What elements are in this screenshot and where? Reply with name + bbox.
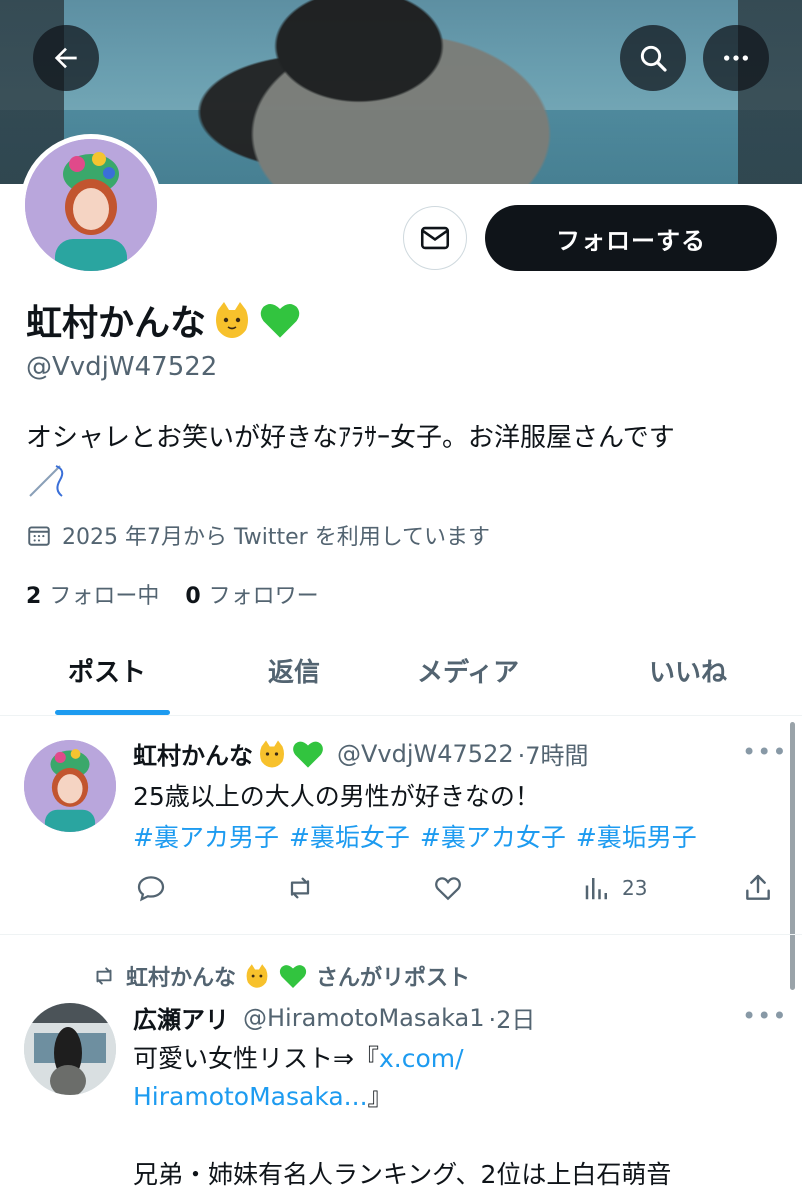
post-2-link-continued[interactable]: HiramotoMasaka... — [133, 1082, 368, 1111]
scrollbar[interactable] — [790, 722, 795, 990]
post-2-time[interactable]: ·2日 — [489, 1000, 536, 1035]
back-button[interactable] — [33, 25, 99, 91]
repost-icon — [290, 877, 310, 899]
more-horizontal-icon — [724, 55, 748, 61]
post-2-handle[interactable]: @HiramotoMasaka1 — [243, 1004, 485, 1032]
post-divider — [0, 934, 802, 935]
post-1-hashtags: #裏アカ男子 #裏垢女子 #裏アカ女子 #裏垢男子 — [133, 818, 697, 854]
post-2-header: 広瀬アリ @HiramotoMasaka1 ·2日 — [133, 1000, 535, 1035]
post-2-text-suffix: 』 — [367, 1082, 393, 1111]
avatar-image — [24, 1003, 116, 1095]
post-1-more-icon[interactable]: ••• — [742, 738, 787, 766]
active-tab-indicator — [55, 710, 170, 715]
cat-face-emoji-icon — [260, 740, 284, 767]
display-name-text: 虹村かんな — [26, 303, 207, 344]
follow-button[interactable]: フォローする — [485, 205, 777, 271]
cat-face-emoji-icon — [216, 302, 249, 338]
hashtag-link[interactable]: #裏垢男子 — [576, 818, 697, 854]
search-button[interactable] — [620, 25, 686, 91]
profile-bio: オシャレとお笑いが好きなｱﾗｻｰ女子。お洋服屋さんです — [26, 423, 675, 453]
profile-tabs: ポスト 返信 メディア いいね — [0, 630, 802, 716]
hashtag-link[interactable]: #裏アカ女子 — [420, 818, 566, 854]
profile-avatar[interactable] — [20, 134, 162, 276]
joined-text: 2025 年7月から Twitter を利用しています — [62, 525, 491, 550]
post-2-link[interactable]: x.com/ — [379, 1044, 464, 1073]
following-label: フォロー中 — [49, 584, 160, 609]
message-button[interactable] — [403, 206, 467, 270]
like-button[interactable] — [432, 872, 464, 904]
calendar-icon — [28, 526, 50, 546]
following-link[interactable]: 2 フォロー中 — [26, 578, 159, 610]
post-2-avatar[interactable] — [24, 1003, 116, 1095]
cat-face-emoji-icon — [246, 964, 268, 988]
repost-suffix: さんがリポスト — [316, 966, 471, 991]
share-icon — [746, 874, 770, 900]
post-2-more-icon[interactable]: ••• — [742, 1002, 787, 1030]
post-2-text-prefix: 可愛い女性リスト⇒『 — [133, 1044, 379, 1073]
post-2-text: 可愛い女性リスト⇒『x.com/ HiramotoMasaka...』 — [133, 1040, 464, 1116]
views-button[interactable]: 23 — [582, 872, 647, 904]
repost-icon — [96, 967, 112, 985]
share-button[interactable] — [742, 872, 774, 904]
reply-icon — [137, 876, 165, 902]
post-1-text: 25歳以上の大人の男性が好きなの！ — [133, 782, 540, 811]
post-1-avatar[interactable] — [24, 740, 116, 832]
post-1-time[interactable]: ·7時間 — [518, 736, 589, 771]
more-options-button[interactable] — [703, 25, 769, 91]
repost-by-name[interactable]: 虹村かんな — [126, 960, 236, 992]
green-heart-emoji-icon — [293, 741, 323, 768]
reply-button[interactable] — [135, 872, 167, 904]
green-heart-emoji-icon — [260, 303, 300, 338]
hashtag-link[interactable]: #裏垢女子 — [289, 818, 410, 854]
followers-count: 0 — [185, 584, 201, 609]
repost-context: 虹村かんな さんがリポスト — [90, 960, 470, 992]
views-count: 23 — [622, 876, 648, 900]
heart-outline-icon — [435, 877, 461, 901]
joined-date: 2025 年7月から Twitter を利用しています — [26, 519, 490, 551]
post-1-handle[interactable]: @VvdjW47522 — [337, 740, 514, 768]
post-2-text-line3: 兄弟・姉妹有名人ランキング、2位は上白石萌音 — [133, 1160, 672, 1189]
followers-link[interactable]: 0 フォロワー — [185, 578, 318, 610]
profile-handle: @VvdjW47522 — [26, 352, 218, 382]
post-1-author[interactable]: 虹村かんな — [133, 736, 253, 771]
tab-posts[interactable]: ポスト — [68, 652, 146, 689]
arrow-left-icon — [54, 47, 77, 69]
post-1-header: 虹村かんな @VvdjW47522 ·7時間 — [133, 736, 589, 771]
following-count: 2 — [26, 584, 42, 609]
tab-likes[interactable]: いいね — [649, 652, 727, 689]
tab-replies[interactable]: 返信 — [268, 652, 320, 689]
tab-media[interactable]: メディア — [417, 652, 519, 689]
analytics-bar-icon — [585, 878, 607, 900]
post-2-author[interactable]: 広瀬アリ — [133, 1000, 229, 1035]
follow-stats: 2 フォロー中 0 フォロワー — [26, 578, 319, 610]
repost-button[interactable] — [283, 872, 317, 904]
hashtag-link[interactable]: #裏アカ男子 — [133, 818, 279, 854]
avatar-image — [24, 740, 116, 832]
green-heart-emoji-icon — [279, 965, 307, 988]
envelope-icon — [420, 226, 450, 250]
search-icon — [640, 45, 667, 72]
sewing-needle-icon — [29, 465, 64, 497]
avatar-image — [25, 139, 157, 271]
banner-figure — [170, 0, 590, 184]
followers-label: フォロワー — [208, 584, 319, 609]
display-name: 虹村かんな — [26, 294, 302, 346]
